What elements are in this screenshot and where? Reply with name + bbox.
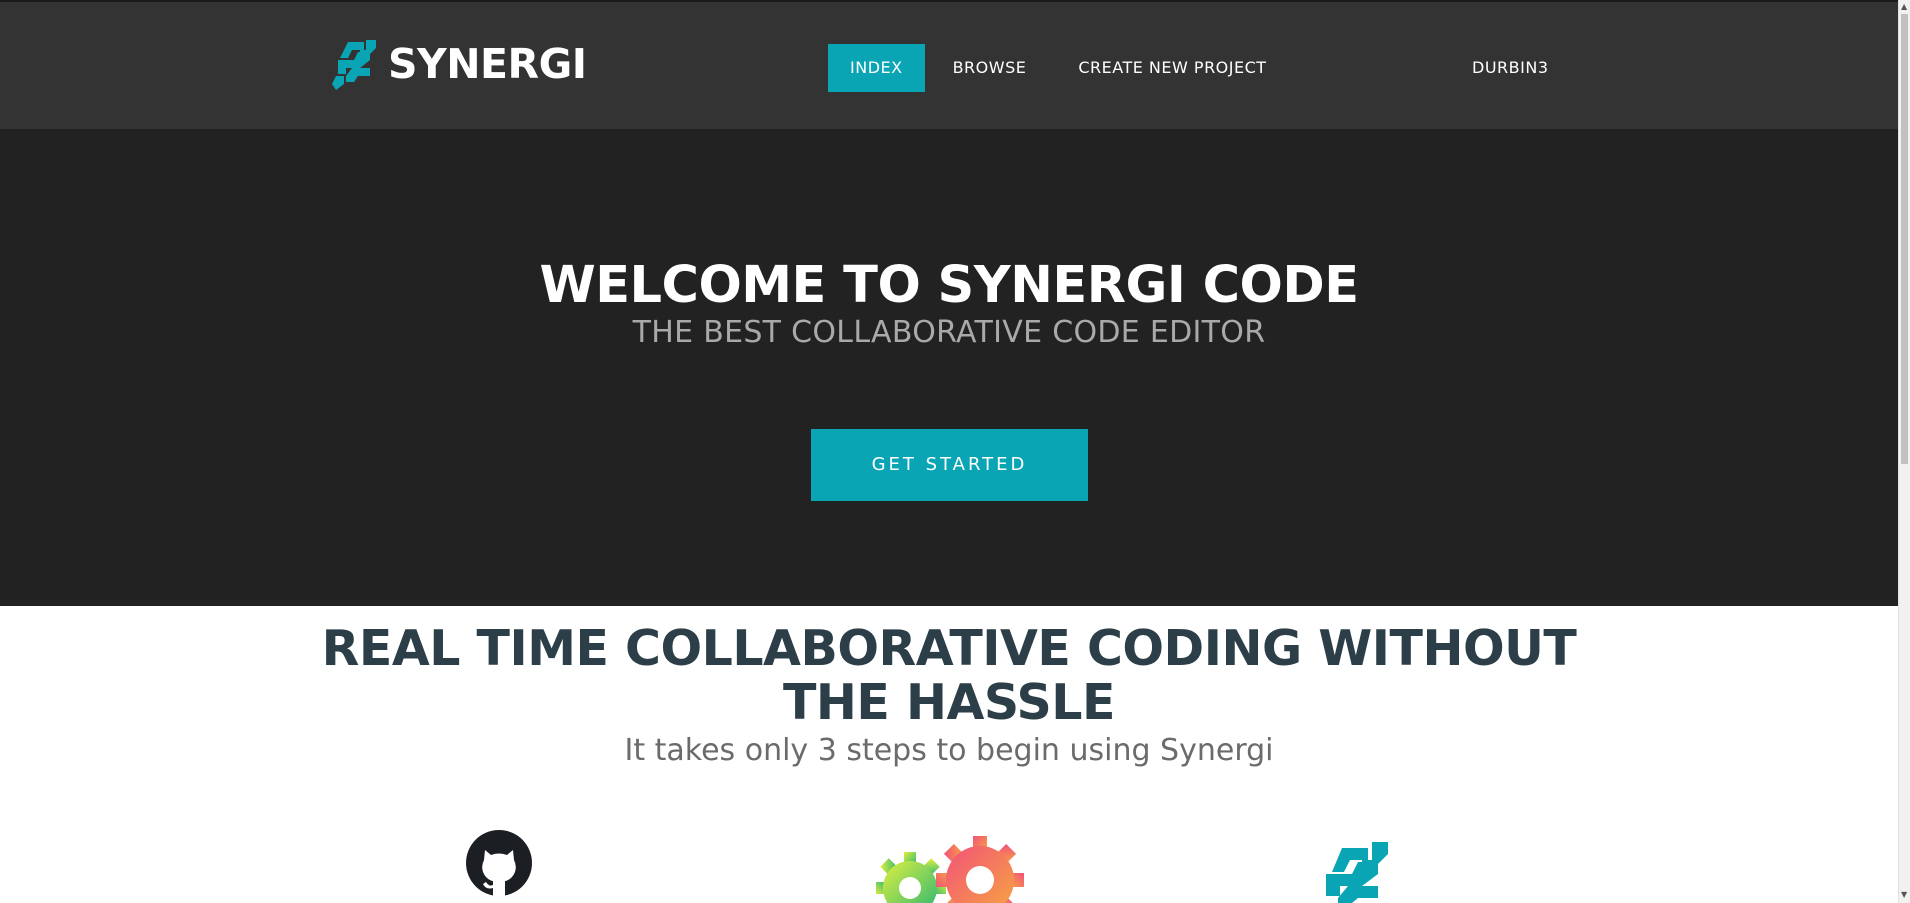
- features-headline-line1: REAL TIME COLLABORATIVE CODING WITHOUT: [321, 620, 1577, 677]
- hero-section: WELCOME TO SYNERGI CODE THE BEST COLLABO…: [0, 129, 1898, 606]
- top-navbar: SYNERGI INDEX BROWSE CREATE NEW PROJECT …: [0, 0, 1898, 129]
- github-icon: [466, 830, 532, 903]
- hero-title: WELCOME TO SYNERGI CODE: [539, 256, 1359, 315]
- page: SYNERGI INDEX BROWSE CREATE NEW PROJECT …: [0, 0, 1898, 903]
- scrollbar-thumb[interactable]: [1901, 14, 1908, 464]
- nav-item-index[interactable]: INDEX: [828, 44, 925, 92]
- brand-logo[interactable]: SYNERGI: [330, 36, 587, 92]
- synergi-logo-icon: [1326, 842, 1388, 903]
- brand-name: SYNERGI: [388, 40, 587, 88]
- user-account-link[interactable]: DURBIN3: [1472, 44, 1549, 92]
- features-subline: It takes only 3 steps to begin using Syn…: [624, 733, 1274, 768]
- hero-subtitle: THE BEST COLLABORATIVE CODE EDITOR: [632, 315, 1266, 350]
- nav-item-browse[interactable]: BROWSE: [931, 44, 1049, 92]
- synergi-logo-icon: [332, 40, 376, 90]
- features-headline: REAL TIME COLLABORATIVE CODING WITHOUT T…: [300, 622, 1598, 730]
- scroll-up-icon[interactable]: ▲: [1901, 2, 1907, 11]
- vertical-scrollbar[interactable]: ▲ ▼: [1898, 0, 1910, 903]
- get-started-button[interactable]: GET STARTED: [811, 429, 1088, 501]
- main-nav: INDEX BROWSE CREATE NEW PROJECT: [828, 44, 1289, 92]
- features-headline-line2: THE HASSLE: [783, 674, 1115, 731]
- scroll-down-icon[interactable]: ▼: [1901, 890, 1907, 899]
- gears-icon: [876, 836, 1024, 903]
- nav-item-create-new-project[interactable]: CREATE NEW PROJECT: [1056, 44, 1288, 92]
